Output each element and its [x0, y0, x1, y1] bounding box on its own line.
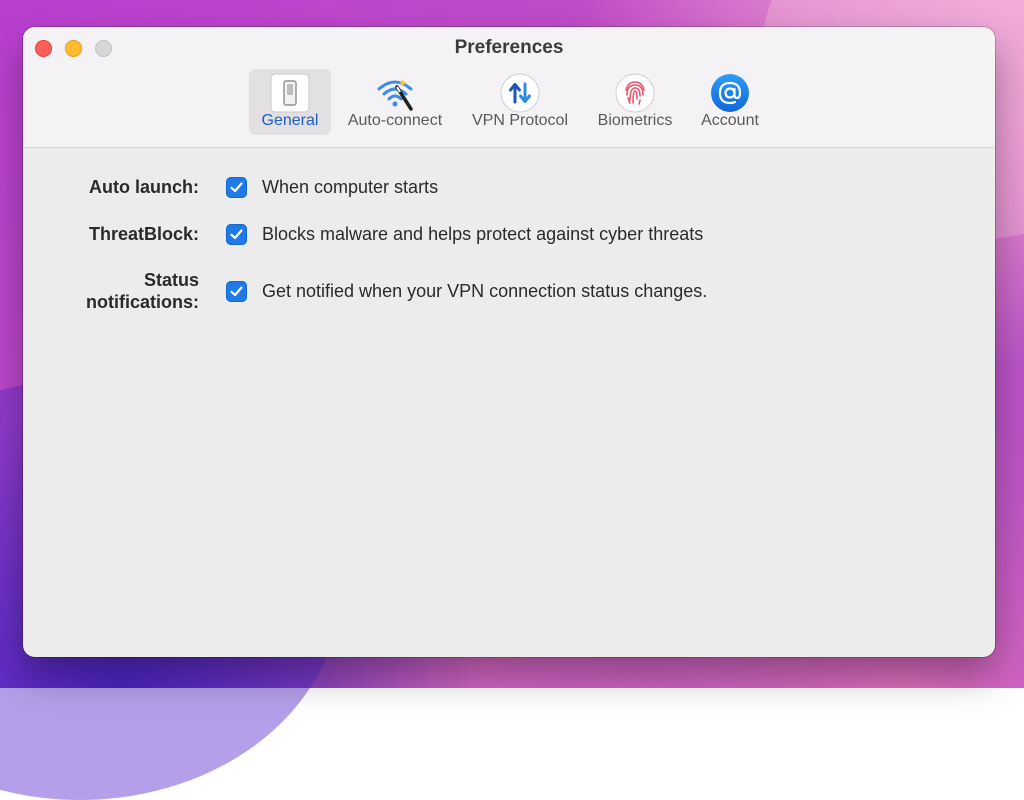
status-notifications-label-line1: Status [143, 270, 199, 290]
tab-auto-connect-label: Auto-connect [347, 112, 443, 129]
tab-auto-connect[interactable]: Auto-connect [339, 69, 451, 135]
tab-biometrics-label: Biometrics [597, 112, 673, 129]
checkmark-icon [230, 182, 243, 193]
threatblock-label: ThreatBlock: [88, 224, 199, 244]
window-title: Preferences [454, 37, 564, 58]
window-toolbar: Preferences General Auto-connect VPN Pro… [23, 27, 995, 148]
status-notifications-label-line2: notifications: [86, 292, 199, 312]
general-settings-panel: Auto launch: When computer starts Threat… [23, 148, 995, 657]
checkmark-icon [230, 286, 243, 297]
tab-biometrics[interactable]: Biometrics [587, 69, 683, 135]
tab-account[interactable]: Account [691, 69, 769, 135]
preferences-window: Preferences General Auto-connect VPN Pro… [23, 27, 995, 657]
status-notifications-label: Status notifications: [86, 269, 199, 313]
wifi-wand-icon [375, 73, 415, 113]
tab-general-label: General [261, 112, 319, 129]
tab-vpn-protocol-label: VPN Protocol [471, 112, 569, 129]
auto-launch-label: Auto launch: [89, 177, 199, 197]
at-sign-icon [710, 73, 750, 113]
tab-general[interactable]: General [249, 69, 331, 135]
threatblock-description: Blocks malware and helps protect against… [262, 224, 704, 244]
tab-account-label: Account [701, 112, 759, 129]
auto-launch-description: When computer starts [262, 177, 439, 197]
status-notifications-description: Get notified when your VPN connection st… [262, 281, 708, 301]
switch-icon [270, 73, 310, 113]
auto-launch-checkbox[interactable] [226, 177, 247, 198]
tab-vpn-protocol[interactable]: VPN Protocol [463, 69, 577, 135]
fingerprint-icon [615, 73, 655, 113]
threatblock-checkbox[interactable] [226, 224, 247, 245]
up-down-arrows-icon [500, 73, 540, 113]
status-notifications-checkbox[interactable] [226, 281, 247, 302]
checkmark-icon [230, 229, 243, 240]
